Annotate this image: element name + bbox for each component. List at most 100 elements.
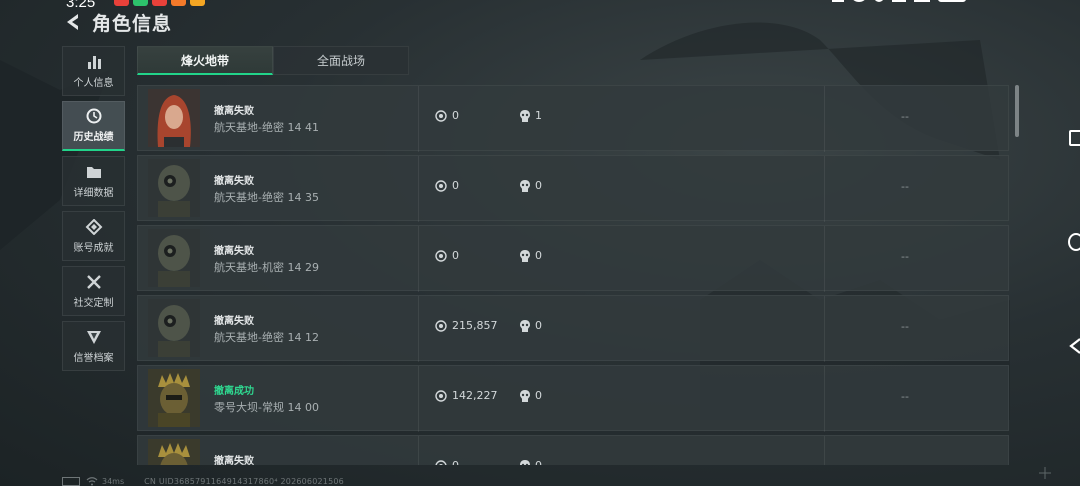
skull-icon [520, 110, 530, 122]
kill-count: 0 [535, 459, 542, 465]
tools-icon [86, 274, 101, 289]
app-notification-icon [152, 0, 167, 6]
app-notification-icon [114, 0, 129, 6]
back-arrow-icon[interactable] [62, 11, 84, 33]
operator-avatar [148, 299, 200, 357]
nav-back-icon[interactable] [1068, 337, 1080, 355]
skull-icon [520, 390, 530, 402]
kill-count: 1 [535, 109, 542, 122]
folder-icon [86, 166, 101, 178]
extra-value: -- [901, 180, 909, 193]
column-divider [824, 296, 825, 362]
tab-full-battlefield[interactable]: 全面战场 [273, 46, 409, 75]
sidebar-item-match-history[interactable]: 历史战绩 [62, 101, 125, 151]
battery-icon [62, 476, 80, 486]
page-title: 角色信息 [92, 12, 173, 35]
column-divider [824, 226, 825, 292]
extraction-status: 撤离失败 [214, 106, 254, 117]
wechat-icon [133, 0, 148, 6]
sidebar-item-detailed-data[interactable]: 详细数据 [62, 156, 125, 206]
sidebar-item-label: 详细数据 [73, 187, 114, 199]
match-record-row[interactable]: 撤离失败 航天基地-绝密 14 35 0 0 -- [137, 155, 1009, 222]
coin-value: 142,227 [452, 389, 498, 402]
notification-icons [114, 0, 205, 6]
footer-info: 34ms CN UID3685791164914317860⁴ 20260602… [62, 474, 344, 486]
ping-value: 34ms [102, 476, 125, 486]
clock-icon [86, 108, 101, 124]
kill-count: 0 [535, 179, 542, 192]
plus-icon [1039, 467, 1051, 479]
app-notification-icon [190, 0, 205, 6]
extra-value: -- [901, 110, 909, 123]
extraction-status: 撤离失败 [214, 176, 254, 187]
extraction-status: 撤离成功 [214, 386, 254, 397]
column-divider [418, 436, 419, 465]
wifi-icon [86, 477, 98, 486]
system-indicators [832, 0, 966, 2]
extraction-status: 撤离失败 [214, 456, 254, 465]
list-scrollbar[interactable] [1015, 85, 1019, 137]
bar-chart-icon [87, 55, 101, 69]
sidebar-item-label: 个人信息 [73, 77, 114, 89]
column-divider [418, 296, 419, 362]
extraction-status: 撤离失败 [214, 316, 254, 327]
operator-avatar [148, 439, 200, 465]
sidebar-item-label: 信誉档案 [73, 352, 114, 364]
column-divider [418, 86, 419, 152]
extra-value: -- [901, 460, 909, 465]
coin-icon [435, 320, 447, 332]
skull-icon [520, 250, 530, 262]
operator-avatar [148, 369, 200, 427]
sidebar: 个人信息 历史战绩 详细数据 账号成就 社交定制 信誉档案 [62, 46, 126, 376]
operator-avatar [148, 89, 200, 147]
column-divider [824, 156, 825, 222]
coin-icon [435, 460, 447, 465]
moon-icon [874, 0, 884, 2]
sidebar-item-achievements[interactable]: 账号成就 [62, 211, 125, 261]
match-record-row[interactable]: 撤离失败 航天基地-绝密 14 41 0 1 -- [137, 85, 1009, 152]
coin-value: 0 [452, 249, 459, 262]
coin-icon [435, 250, 447, 262]
match-record-row[interactable]: 撤离成功 零号大坝-常规 14 00 142,227 0 -- [137, 365, 1009, 432]
sidebar-item-label: 社交定制 [73, 297, 114, 309]
signal-icon [914, 0, 930, 2]
match-record-row[interactable]: 撤离失败 航天基地-机密 14 29 0 0 -- [137, 225, 1009, 292]
map-and-time: 零号大坝-常规 14 00 [214, 401, 319, 414]
coin-value: 0 [452, 179, 459, 192]
home-icon[interactable] [1068, 233, 1080, 251]
column-divider [418, 226, 419, 292]
extra-value: -- [901, 320, 909, 333]
extraction-status: 撤离失败 [214, 246, 254, 257]
kill-count: 0 [535, 389, 542, 402]
coin-value: 0 [452, 459, 459, 465]
kill-count: 0 [535, 249, 542, 262]
recent-apps-icon[interactable] [1069, 130, 1080, 146]
coin-icon [435, 390, 447, 402]
match-record-row[interactable]: 撤离失败 航天基地-绝密 14 12 215,857 0 -- [137, 295, 1009, 362]
map-and-time: 航天基地-绝密 14 35 [214, 191, 319, 204]
map-and-time: 航天基地-机密 14 29 [214, 261, 319, 274]
sidebar-item-personal-info[interactable]: 个人信息 [62, 46, 125, 96]
app-notification-icon [171, 0, 186, 6]
operator-avatar [148, 159, 200, 217]
coin-icon [435, 180, 447, 192]
battery-icon [938, 0, 966, 2]
extra-value: -- [901, 390, 909, 403]
sidebar-item-credit-record[interactable]: 信誉档案 [62, 321, 125, 371]
page-header: 角色信息 [62, 8, 172, 36]
coin-icon [435, 110, 447, 122]
tab-warzone[interactable]: 烽火地带 [137, 46, 273, 75]
achievement-icon [85, 218, 102, 235]
coin-value: 215,857 [452, 319, 498, 332]
sidebar-item-social-custom[interactable]: 社交定制 [62, 266, 125, 316]
eye-icon [852, 0, 866, 2]
coin-value: 0 [452, 109, 459, 122]
skull-icon [520, 180, 530, 192]
match-record-row[interactable]: 撤离失败 0 0 -- [137, 435, 1009, 465]
column-divider [824, 436, 825, 465]
sidebar-item-label: 账号成就 [73, 242, 114, 254]
sidebar-item-label: 历史战绩 [73, 132, 114, 143]
skull-icon [520, 320, 530, 332]
column-divider [824, 366, 825, 432]
wifi-icon [892, 0, 906, 2]
